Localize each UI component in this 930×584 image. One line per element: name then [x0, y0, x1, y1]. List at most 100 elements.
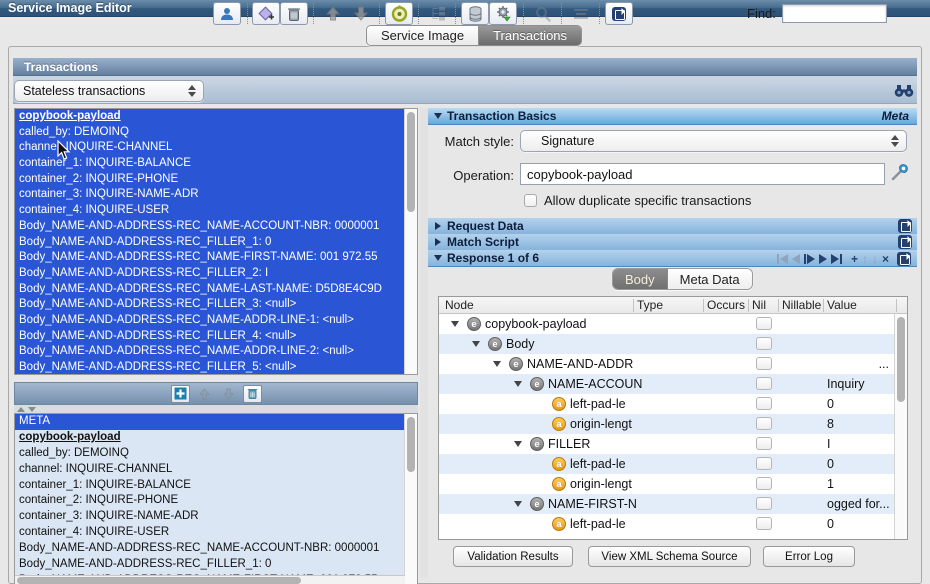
step-record-icon[interactable]: [804, 254, 815, 264]
nil-checkbox[interactable]: [756, 337, 772, 350]
tree-view-button[interactable]: [424, 2, 452, 25]
disclosure-icon[interactable]: [514, 441, 522, 447]
list-item[interactable]: container_1: INQUIRE-BALANCE: [15, 478, 417, 494]
list-item[interactable]: container_3: INQUIRE-NAME-ADR: [15, 509, 417, 525]
move-up-button[interactable]: [319, 2, 347, 25]
list-item[interactable]: copybook-payload: [15, 109, 417, 125]
disclosure-icon[interactable]: [493, 361, 501, 367]
list-item[interactable]: called_by: DEMOINQ: [15, 125, 417, 141]
list-item[interactable]: called_by: DEMOINQ: [15, 446, 417, 462]
nil-checkbox[interactable]: [756, 397, 772, 410]
view-xml-schema-source-button[interactable]: View XML Schema Source: [588, 546, 751, 567]
nil-checkbox[interactable]: [756, 517, 772, 530]
meta-move-up-button[interactable]: [195, 385, 214, 403]
last-record-icon[interactable]: [831, 254, 842, 264]
tab-service-image[interactable]: Service Image: [367, 26, 479, 45]
find-input[interactable]: [782, 4, 887, 23]
tree-row[interactable]: eBody: [439, 334, 907, 354]
next-record-icon[interactable]: [819, 254, 827, 264]
open-external-icon[interactable]: [898, 235, 912, 249]
compare-button[interactable]: [567, 2, 595, 25]
match-script-header[interactable]: Match Script: [428, 234, 917, 251]
list-item[interactable]: Body_NAME-AND-ADDRESS-REC_FILLER_2: I: [15, 266, 417, 282]
add-meta-button[interactable]: [171, 385, 190, 403]
meta-move-down-button[interactable]: [219, 385, 238, 403]
tab-transactions[interactable]: Transactions: [479, 26, 581, 45]
nil-checkbox[interactable]: [756, 317, 772, 330]
delete-meta-button[interactable]: [243, 385, 262, 403]
add-response-icon[interactable]: +: [851, 254, 858, 264]
tree-row[interactable]: eNAME-ACCOUNInquiry: [439, 374, 907, 394]
list-item[interactable]: container_4: INQUIRE-USER: [15, 525, 417, 541]
nil-checkbox[interactable]: [756, 357, 772, 370]
find-next-button[interactable]: [890, 79, 918, 102]
list-item[interactable]: container_4: INQUIRE-USER: [15, 203, 417, 219]
allow-duplicate-checkbox[interactable]: [524, 194, 537, 207]
inspect-button[interactable]: [529, 2, 557, 25]
tree-row[interactable]: eNAME-AND-ADDR...: [439, 354, 907, 374]
list-item[interactable]: container_2: INQUIRE-PHONE: [15, 493, 417, 509]
open-external-button[interactable]: [605, 2, 633, 25]
tree-row[interactable]: eFILLERI: [439, 434, 907, 454]
dataset-button[interactable]: [461, 2, 489, 25]
gear-refresh-button[interactable]: [489, 2, 517, 25]
user-button[interactable]: [213, 2, 241, 25]
tab-meta-data[interactable]: Meta Data: [668, 269, 752, 289]
tree-row[interactable]: aleft-pad-le0: [439, 394, 907, 414]
list-item[interactable]: container_3: INQUIRE-NAME-ADR: [15, 187, 417, 203]
list-item[interactable]: Body_NAME-AND-ADDRESS-REC_NAME-FIRST-NAM…: [15, 250, 417, 266]
first-record-icon[interactable]: [777, 254, 788, 264]
list-item[interactable]: container_1: INQUIRE-BALANCE: [15, 156, 417, 172]
validation-results-button[interactable]: Validation Results: [453, 546, 573, 567]
nil-checkbox[interactable]: [756, 417, 772, 430]
operation-magic-button[interactable]: [890, 163, 909, 187]
list-item[interactable]: copybook-payload: [15, 430, 417, 446]
list-item[interactable]: Body_NAME-AND-ADDRESS-REC_FILLER_4: <nul…: [15, 329, 417, 345]
nil-checkbox[interactable]: [756, 437, 772, 450]
list-item[interactable]: Body_NAME-AND-ADDRESS-REC_FILLER_3: <nul…: [15, 297, 417, 313]
delete-transaction-button[interactable]: [280, 2, 308, 25]
operation-input[interactable]: [520, 163, 885, 185]
tree-row[interactable]: aorigin-lengt8: [439, 414, 907, 434]
list-item[interactable]: Body_NAME-AND-ADDRESS-REC_NAME-ACCOUNT-N…: [15, 219, 417, 235]
request-data-header[interactable]: Request Data: [428, 218, 917, 235]
timer-button[interactable]: [385, 2, 413, 25]
error-log-button[interactable]: Error Log: [763, 546, 855, 567]
list-item[interactable]: Body_NAME-AND-ADDRESS-REC_NAME-ADDR-LINE…: [15, 313, 417, 329]
pane-splitter[interactable]: [420, 108, 428, 578]
tree-row[interactable]: ecopybook-payload: [439, 314, 907, 334]
meta-list-hscrollbar[interactable]: [15, 575, 405, 584]
meta-element-list[interactable]: METAcopybook-payloadcalled_by: DEMOINQch…: [14, 413, 418, 584]
list-item[interactable]: Body_NAME-AND-ADDRESS-REC_NAME-ADDR-LINE…: [15, 344, 417, 360]
transaction-element-list[interactable]: copybook-payloadcalled_by: DEMOINQchanne…: [14, 108, 418, 375]
tree-row[interactable]: aleft-pad-le0: [439, 514, 907, 534]
nil-checkbox[interactable]: [756, 377, 772, 390]
tree-row[interactable]: eNAME-FIRST-Nogged for...: [439, 494, 907, 514]
response-header[interactable]: Response 1 of 6 + ↑ ↓ ×: [428, 250, 917, 267]
response-body-tree[interactable]: Node Type Occurs Nil Nillable Value ecop…: [438, 296, 908, 540]
transaction-basics-header[interactable]: Transaction Basics Meta: [428, 108, 917, 125]
nil-checkbox[interactable]: [756, 497, 772, 510]
nil-checkbox[interactable]: [756, 477, 772, 490]
open-external-icon[interactable]: [897, 252, 911, 266]
transaction-mode-select[interactable]: Stateless transactions: [14, 80, 204, 102]
prev-record-icon[interactable]: [792, 254, 800, 264]
nil-checkbox[interactable]: [756, 457, 772, 470]
list-item[interactable]: META: [15, 414, 417, 430]
disclosure-icon[interactable]: [451, 321, 459, 327]
list-splitter[interactable]: [14, 405, 418, 413]
tree-scrollbar[interactable]: [894, 314, 907, 540]
list-item[interactable]: Body_NAME-AND-ADDRESS-REC_NAME-LAST-NAME…: [15, 282, 417, 298]
disclosure-icon[interactable]: [472, 341, 480, 347]
match-style-select[interactable]: Signature: [520, 130, 907, 152]
tab-body[interactable]: Body: [613, 269, 668, 289]
meta-list-scrollbar[interactable]: [404, 414, 417, 584]
list-item[interactable]: Body_NAME-AND-ADDRESS-REC_FILLER_1: 0: [15, 557, 417, 573]
tree-row[interactable]: aleft-pad-le0: [439, 454, 907, 474]
tree-row[interactable]: aorigin-lengt1: [439, 474, 907, 494]
list-item[interactable]: Body_NAME-AND-ADDRESS-REC_FILLER_5: <nul…: [15, 360, 417, 375]
transaction-list-scrollbar[interactable]: [404, 109, 417, 374]
list-item[interactable]: Body_NAME-AND-ADDRESS-REC_NAME-ACCOUNT-N…: [15, 541, 417, 557]
disclosure-icon[interactable]: [514, 501, 522, 507]
move-down-button[interactable]: [347, 2, 375, 25]
